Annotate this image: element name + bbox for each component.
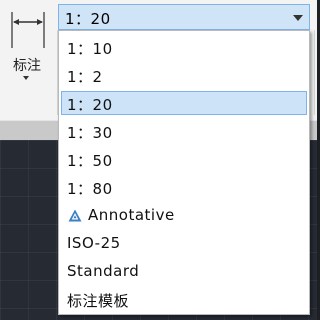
annotative-icon <box>68 209 82 222</box>
dropdown-item-label: 标注模板 <box>67 292 130 310</box>
dimension-tool-button[interactable]: 标注 <box>2 4 52 86</box>
dropdown-item-label: 1：30 <box>67 124 113 142</box>
chevron-down-icon[interactable] <box>293 15 303 21</box>
dropdown-item-1-30[interactable]: 1：30 <box>61 119 307 143</box>
dimension-tool-label: 标注 <box>13 58 41 74</box>
dimension-style-combo[interactable]: 1：20 <box>58 4 310 30</box>
dropdown-item-label: 1：2 <box>67 68 103 86</box>
dropdown-item-dimension-template[interactable]: 标注模板 <box>61 287 307 311</box>
dropdown-item-1-80[interactable]: 1：80 <box>61 175 307 199</box>
dropdown-item-label: Annotative <box>88 206 175 224</box>
dropdown-item-1-10[interactable]: 1：10 <box>61 35 307 59</box>
dropdown-item-label: 1：80 <box>67 180 113 198</box>
ribbon-divider <box>314 30 315 115</box>
dropdown-item-label: 1：50 <box>67 152 113 170</box>
dropdown-item-label: ISO-25 <box>67 234 121 252</box>
dropdown-item-standard[interactable]: Standard <box>61 259 307 283</box>
caret-down-icon[interactable] <box>23 76 29 80</box>
combo-selected-value: 1：20 <box>65 10 111 28</box>
dropdown-item-1-20[interactable]: 1：20 <box>61 91 307 115</box>
dropdown-item-1-2[interactable]: 1：2 <box>61 63 307 87</box>
dropdown-item-1-50[interactable]: 1：50 <box>61 147 307 171</box>
dropdown-item-iso-25[interactable]: ISO-25 <box>61 231 307 255</box>
dimension-linear-icon <box>11 12 45 48</box>
dropdown-item-label: 1：10 <box>67 40 113 58</box>
dropdown-item-label: 1：20 <box>67 96 113 114</box>
dimension-style-dropdown: 1：10 1：2 1：20 1：30 1：50 1：80 Annotative … <box>58 30 310 315</box>
dropdown-item-label: Standard <box>67 262 140 280</box>
dropdown-item-annotative[interactable]: Annotative <box>61 203 307 227</box>
